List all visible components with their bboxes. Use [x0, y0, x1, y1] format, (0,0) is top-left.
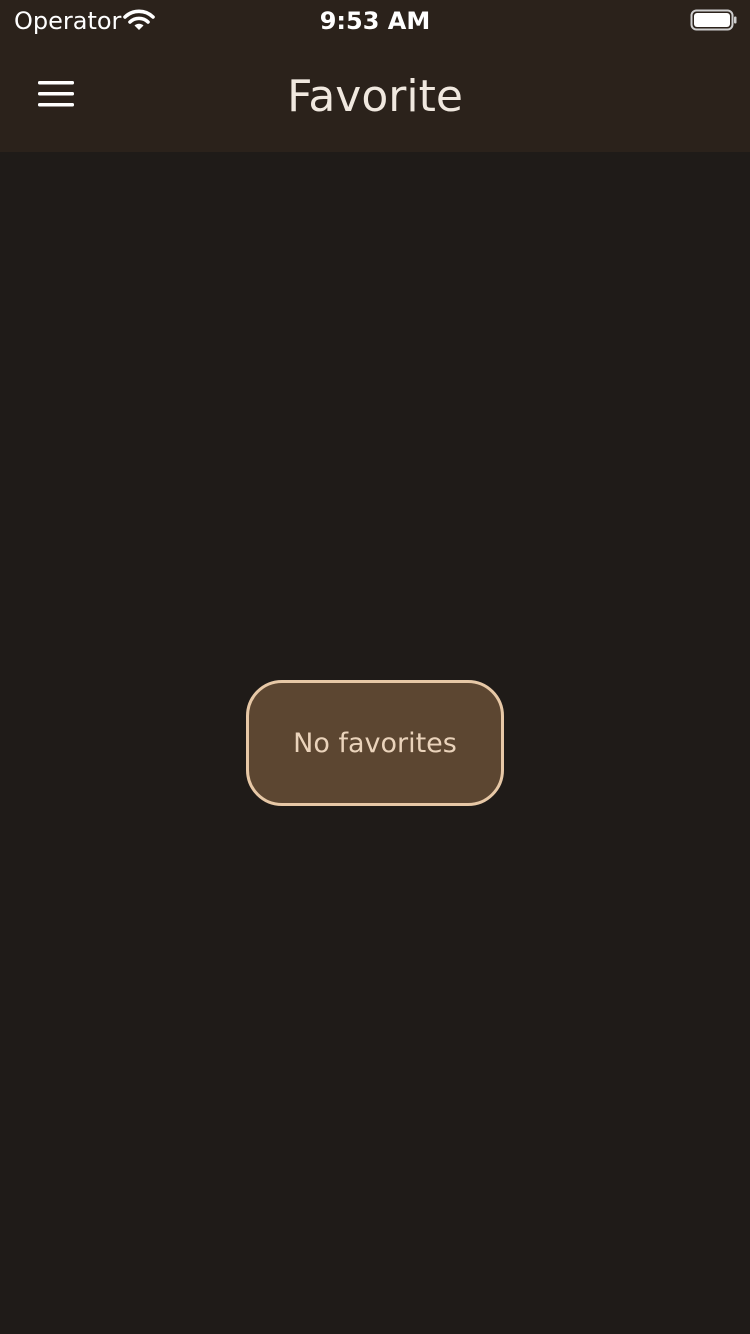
status-bar: Operator 9:53 AM	[0, 0, 750, 40]
navigation-bar: Favorite	[0, 40, 750, 152]
status-time: 9:53 AM	[319, 7, 431, 35]
favorites-screen: Operator 9:53 AM Favorite No favorites	[0, 0, 750, 1334]
empty-state-badge: No favorites	[246, 680, 504, 806]
empty-state-message: No favorites	[293, 727, 457, 759]
page-title: Favorite	[287, 71, 463, 122]
top-bar: Operator 9:53 AM Favorite	[0, 0, 750, 152]
battery-icon	[690, 8, 738, 32]
